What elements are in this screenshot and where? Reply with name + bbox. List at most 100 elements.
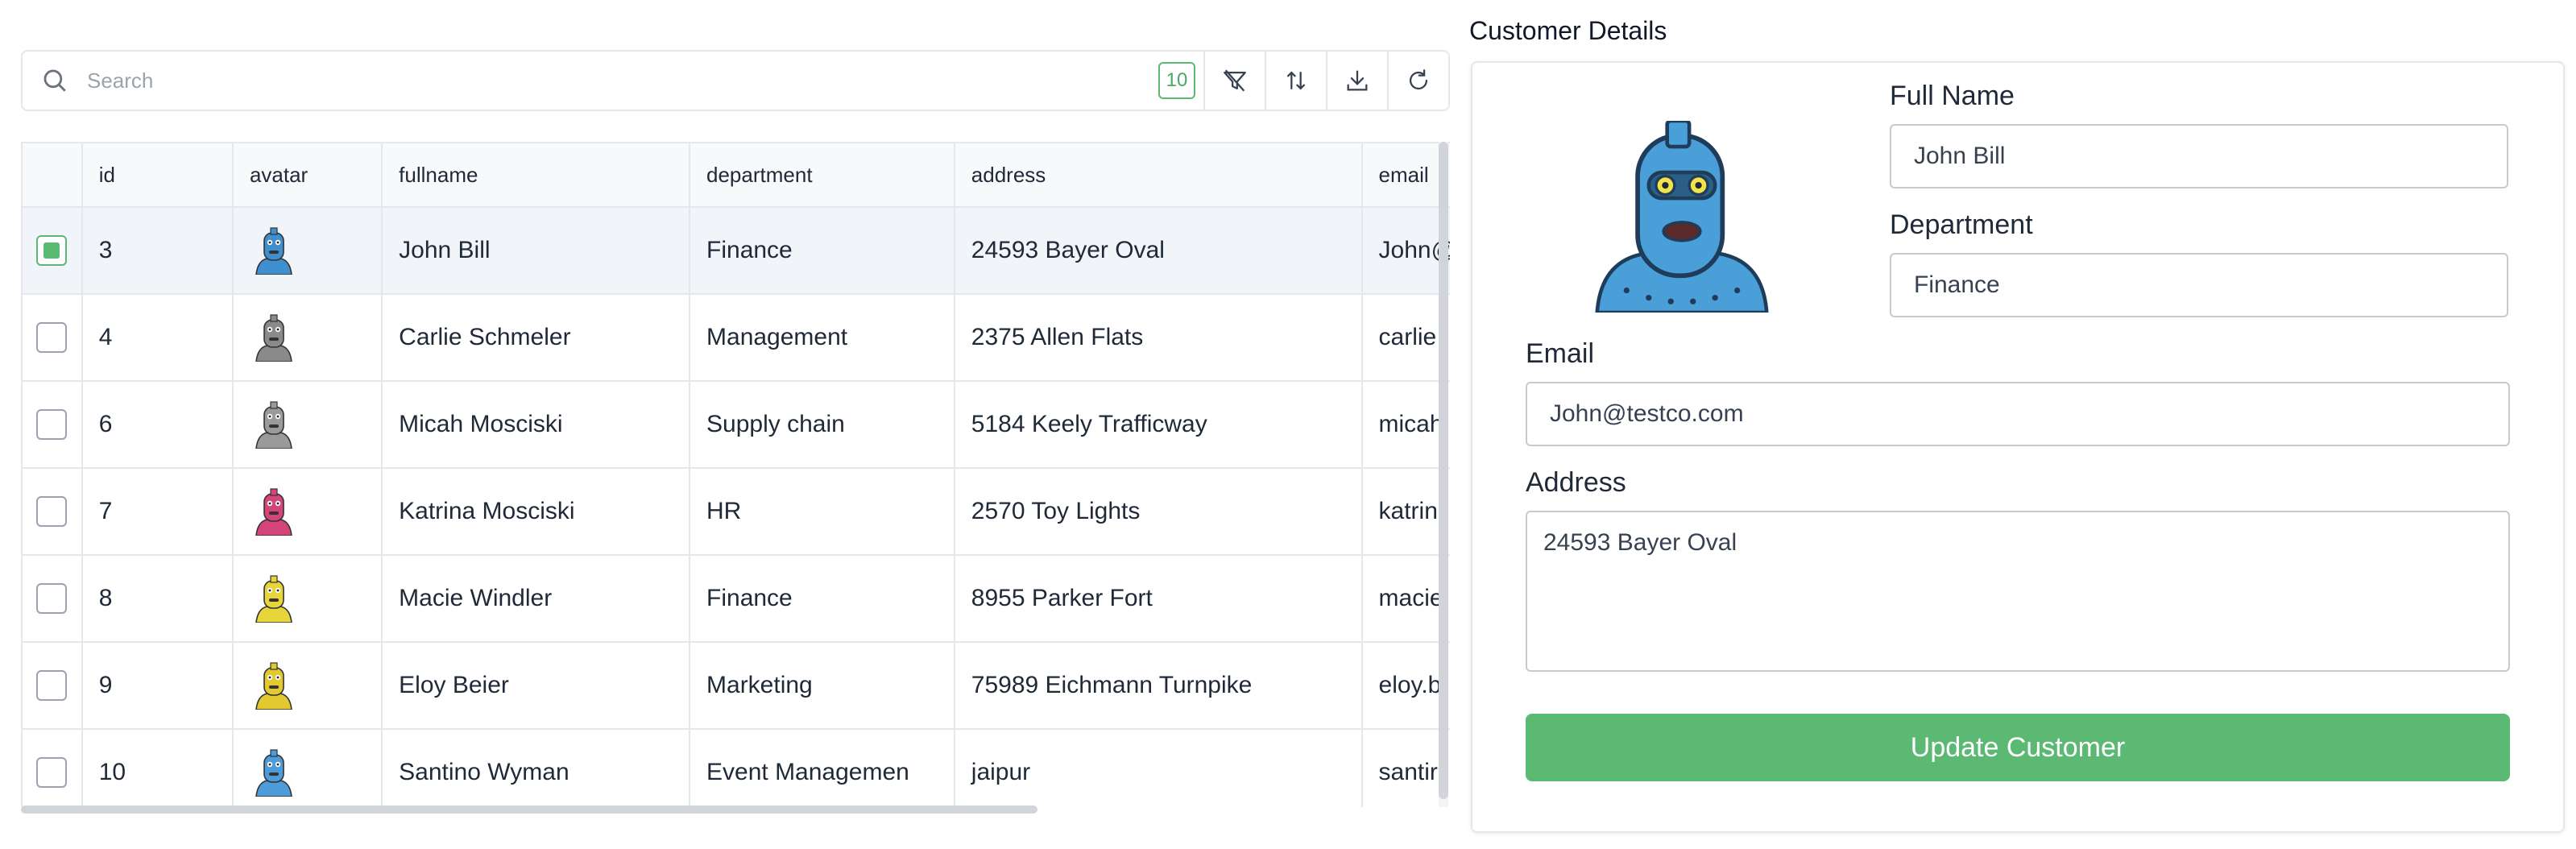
cell-fullname: Macie Windler <box>383 556 691 641</box>
cell-email: santir <box>1378 759 1438 785</box>
cell-id: 3 <box>83 208 234 293</box>
row-select-cell <box>23 382 83 467</box>
checkbox-check-mark <box>43 242 60 259</box>
table-toolbar: 10 <box>21 50 1450 111</box>
cell-email: John@ <box>1378 237 1450 263</box>
cell-address: 5184 Keely Trafficway <box>955 382 1363 467</box>
column-header-department[interactable]: department <box>690 143 955 206</box>
cell-address: jaipur <box>955 730 1363 807</box>
cell-department: Management <box>690 295 955 380</box>
download-icon <box>1347 70 1368 91</box>
cell-department: Supply chain <box>690 382 955 467</box>
department-input[interactable] <box>1890 253 2508 317</box>
header-select-cell <box>23 143 83 206</box>
cell-id: 6 <box>83 382 234 467</box>
row-checkbox[interactable] <box>36 322 68 353</box>
column-header-email[interactable]: email <box>1363 143 1450 206</box>
table-row[interactable]: 10 Santino Wyman Event Managemen jaipur … <box>23 730 1450 807</box>
table-row[interactable]: 9 Eloy Beier Marketing 75989 Eichmann Tu… <box>23 643 1450 730</box>
row-select-cell <box>23 643 83 728</box>
grid-header-row: id avatar fullname department address em… <box>23 143 1450 208</box>
avatar-icon <box>255 662 292 710</box>
update-customer-button[interactable]: Update Customer <box>1526 714 2510 781</box>
cell-fullname: John Bill <box>383 208 691 293</box>
column-header-id[interactable]: id <box>83 143 234 206</box>
full-name-label: Full Name <box>1890 81 2015 111</box>
customer-grid: id avatar fullname department address em… <box>21 142 1450 807</box>
row-checkbox[interactable] <box>36 757 68 788</box>
vertical-scrollbar[interactable] <box>1439 142 1448 807</box>
row-select-cell <box>23 208 83 293</box>
cell-email: carlie. <box>1378 324 1443 350</box>
refresh-button[interactable] <box>1387 52 1448 110</box>
cell-avatar <box>234 295 383 380</box>
row-select-cell <box>23 295 83 380</box>
cell-avatar <box>234 556 383 641</box>
avatar-icon <box>255 488 292 536</box>
full-name-input[interactable] <box>1890 124 2508 188</box>
row-select-cell <box>23 730 83 807</box>
search-icon <box>23 52 87 110</box>
table-row[interactable]: 4 Carlie Schmeler Management 2375 Allen … <box>23 295 1450 382</box>
result-count-badge: 10 <box>1158 62 1195 99</box>
cell-avatar <box>234 382 383 467</box>
email-label: Email <box>1526 338 1595 369</box>
refresh-icon <box>1409 69 1428 90</box>
row-checkbox[interactable] <box>36 235 68 266</box>
cell-fullname: Santino Wyman <box>383 730 691 807</box>
download-button[interactable] <box>1326 52 1387 110</box>
cell-avatar <box>234 643 383 728</box>
row-checkbox[interactable] <box>36 409 68 440</box>
row-checkbox[interactable] <box>36 670 68 701</box>
horizontal-scrollbar[interactable] <box>21 806 1037 814</box>
cell-department: Finance <box>690 556 955 641</box>
avatar-icon <box>255 401 292 449</box>
column-header-fullname[interactable]: fullname <box>383 143 691 206</box>
cell-address: 2375 Allen Flats <box>955 295 1363 380</box>
cell-fullname: Eloy Beier <box>383 643 691 728</box>
email-input[interactable] <box>1526 382 2510 446</box>
table-row[interactable]: 8 Macie Windler Finance 8955 Parker Fort… <box>23 556 1450 643</box>
cell-id: 8 <box>83 556 234 641</box>
row-select-cell <box>23 556 83 641</box>
sort-button[interactable] <box>1265 52 1326 110</box>
cell-address: 75989 Eichmann Turnpike <box>955 643 1363 728</box>
row-checkbox[interactable] <box>36 583 68 614</box>
table-row[interactable]: 7 Katrina Mosciski HR 2570 Toy Lights ka… <box>23 469 1450 556</box>
panel-title: Customer Details <box>1469 16 1667 45</box>
cell-avatar <box>234 469 383 554</box>
cell-avatar <box>234 208 383 293</box>
cell-fullname: Katrina Mosciski <box>383 469 691 554</box>
cell-id: 4 <box>83 295 234 380</box>
search-input[interactable] <box>87 52 1158 110</box>
department-label: Department <box>1890 209 2033 240</box>
cell-fullname: Carlie Schmeler <box>383 295 691 380</box>
cell-address: 24593 Bayer Oval <box>955 208 1363 293</box>
cell-address: 2570 Toy Lights <box>955 469 1363 554</box>
cell-department: HR <box>690 469 955 554</box>
cell-fullname: Micah Mosciski <box>383 382 691 467</box>
cell-id: 10 <box>83 730 234 807</box>
cell-email: macie <box>1378 585 1443 611</box>
vertical-scroll-thumb[interactable] <box>1439 142 1448 799</box>
address-textarea[interactable]: 24593 Bayer Oval <box>1526 511 2510 672</box>
cell-email: eloy.b <box>1378 672 1442 698</box>
avatar-icon <box>255 749 292 797</box>
cell-id: 7 <box>83 469 234 554</box>
cell-id: 9 <box>83 643 234 728</box>
cell-address: 8955 Parker Fort <box>955 556 1363 641</box>
table-row[interactable]: 6 Micah Mosciski Supply chain 5184 Keely… <box>23 382 1450 469</box>
cell-department: Event Managemen <box>690 730 955 807</box>
table-row[interactable]: 3 John Bill Finance 24593 Bayer Oval Joh… <box>23 208 1450 295</box>
cell-email: micah <box>1378 411 1443 437</box>
avatar-icon <box>255 227 292 275</box>
address-label: Address <box>1526 467 1626 498</box>
row-checkbox[interactable] <box>36 496 68 527</box>
filter-button[interactable] <box>1203 52 1265 110</box>
cell-department: Marketing <box>690 643 955 728</box>
column-header-avatar[interactable]: avatar <box>234 143 383 206</box>
cell-avatar <box>234 730 383 807</box>
column-header-address[interactable]: address <box>955 143 1363 206</box>
grid-body: 3 John Bill Finance 24593 Bayer Oval Joh… <box>23 208 1450 807</box>
avatar-icon <box>255 314 292 362</box>
